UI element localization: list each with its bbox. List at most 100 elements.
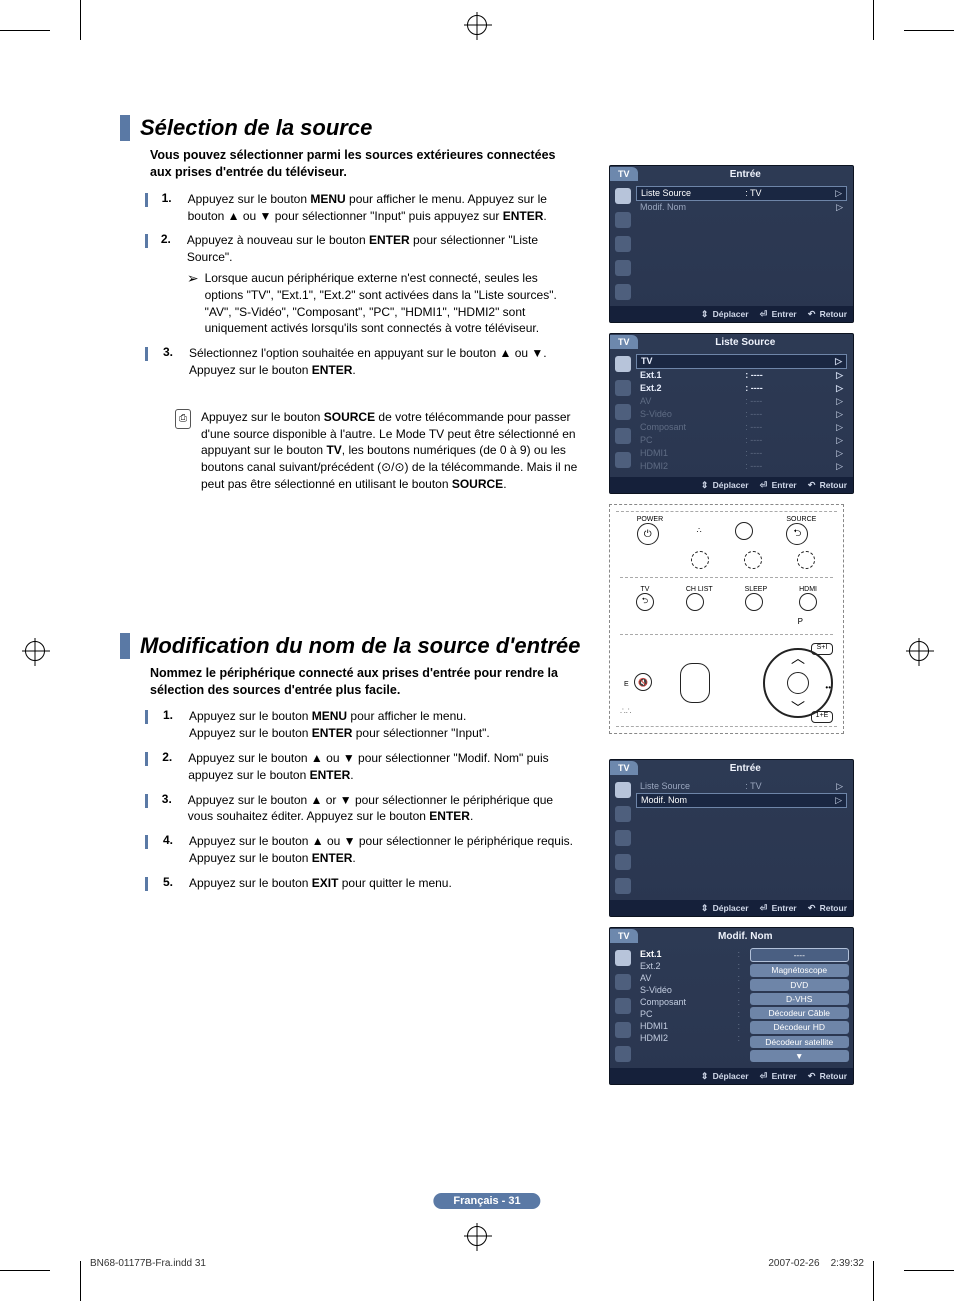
step-item: 2.Appuyez sur le bouton ▲ ou ▼ pour séle…: [145, 750, 575, 784]
return-icon: ↶: [807, 903, 817, 913]
tip-source-button: ⎙ Appuyez sur le bouton SOURCE de votre …: [175, 409, 585, 493]
modif-option-pill: Décodeur satellite: [750, 1036, 849, 1048]
remote-side-button: 1+E: [811, 711, 833, 723]
osd-row: Ext.1: ----▷: [636, 369, 847, 382]
osd-row: Liste Source: TV▷: [636, 186, 847, 201]
osd-tab-tv: TV: [610, 761, 638, 775]
heading-modify-name: Modification du nom de la source d'entré…: [140, 633, 580, 659]
move-icon: ⇕: [700, 1071, 710, 1081]
crop-mark: [80, 1261, 81, 1301]
modif-option-pill: Décodeur Câble: [750, 1007, 849, 1019]
chevron-down-icon: ﹀: [791, 698, 805, 718]
move-icon: ⇕: [700, 903, 710, 913]
modif-option-pill: DVD: [750, 979, 849, 991]
osd-footer: ⇕Déplacer ⏎Entrer ↶Retour: [610, 1068, 853, 1084]
modif-source-label: S-Vidéo: [640, 984, 730, 996]
print-footer: BN68-01177B-Fra.indd 31 2007-02-26 2:39:…: [90, 1258, 864, 1269]
osd-footer: ⇕Déplacer ⏎Entrer ↶Retour: [610, 306, 853, 322]
step-item: 5.Appuyez sur le bouton EXIT pour quitte…: [145, 875, 575, 892]
osd-side-icon: [615, 404, 631, 420]
registration-mark-icon: [25, 641, 45, 661]
intro-text-2: Nommez le périphérique connecté aux pris…: [150, 665, 570, 699]
remote-label-power: POWER: [637, 516, 663, 523]
osd-side-icon: [615, 854, 631, 870]
chevron-up-icon: ︿: [791, 648, 805, 668]
osd-side-icon: [615, 1046, 631, 1062]
osd-side-icon: [615, 998, 631, 1014]
remote-label-p: P: [620, 617, 833, 626]
osd-side-icon: [615, 452, 631, 468]
osd-side-icon: [615, 1022, 631, 1038]
step-subnote: ➢Lorsque aucun périphérique externe n'es…: [187, 270, 575, 337]
osd-panel-entree: TV Entrée Liste Source: TV▷Modif. Nom▷ ⇕…: [609, 165, 854, 323]
dpad-center: [787, 672, 809, 694]
remote-small-button: [797, 551, 815, 569]
osd-panel-entree-2: TV Entrée Liste Source: TV▷Modif. Nom▷ ⇕…: [609, 759, 854, 917]
osd-side-icon: [615, 974, 631, 990]
return-icon: ↶: [807, 309, 817, 319]
osd-row: Composant: ----▷: [636, 421, 847, 434]
modif-option-pill: ▼: [750, 1050, 849, 1062]
crop-mark: [904, 30, 954, 31]
osd-title-modif: Modif. Nom: [638, 931, 853, 942]
remote-rocker: [680, 663, 710, 703]
osd-column-top: TV Entrée Liste Source: TV▷Modif. Nom▷ ⇕…: [609, 165, 854, 734]
remote-label-e: E: [624, 681, 629, 688]
osd-side-icon: [615, 284, 631, 300]
osd-title-entree: Entrée: [638, 169, 853, 180]
enter-icon: ⏎: [759, 1071, 769, 1081]
osd-side-icon: [615, 830, 631, 846]
crop-mark: [904, 1270, 954, 1271]
footer-timestamp: 2007-02-26 2:39:32: [768, 1258, 864, 1269]
step-item: 3.Appuyez sur le bouton ▲ or ▼ pour séle…: [145, 792, 575, 826]
remote-small-button: [744, 551, 762, 569]
modif-source-label: AV: [640, 972, 730, 984]
sleep-button-icon: [745, 593, 763, 611]
page-number-badge: Français - 31: [433, 1193, 540, 1209]
hdmi-button-icon: [799, 593, 817, 611]
modif-source-label: Ext.2: [640, 960, 730, 972]
enter-icon: ⏎: [759, 903, 769, 913]
return-icon: ↶: [807, 1071, 817, 1081]
osd-footer: ⇕Déplacer ⏎Entrer ↶Retour: [610, 900, 853, 916]
power-button-icon: ⏻: [637, 523, 659, 545]
osd-row: Modif. Nom▷: [636, 201, 847, 214]
osd-side-icon: [615, 188, 631, 204]
crop-mark: [873, 0, 874, 40]
osd-row: HDMI1: ----▷: [636, 447, 847, 460]
osd-column-bottom: TV Entrée Liste Source: TV▷Modif. Nom▷ ⇕…: [609, 759, 854, 1095]
osd-tab-tv: TV: [610, 335, 638, 349]
osd-side-icon: [615, 260, 631, 276]
step-item: 4.Appuyez sur le bouton ▲ ou ▼ pour séle…: [145, 833, 575, 867]
modif-source-label: HDMI1: [640, 1020, 730, 1032]
osd-row: S-Vidéo: ----▷: [636, 408, 847, 421]
modif-option-pill: Décodeur HD: [750, 1021, 849, 1033]
enter-icon: ⏎: [759, 480, 769, 490]
move-icon: ⇕: [700, 309, 710, 319]
chlist-button-icon: [686, 593, 704, 611]
remote-label-source: SOURCE: [786, 516, 816, 523]
crop-mark: [873, 1261, 874, 1301]
osd-row: TV▷: [636, 354, 847, 369]
title-accent-bar: [120, 115, 130, 141]
step-item: 1.Appuyez sur le bouton MENU pour affich…: [145, 708, 575, 742]
osd-side-icon: [615, 878, 631, 894]
source-button-icon: ⮌: [786, 523, 808, 545]
remote-tip-icon: ⎙: [175, 409, 191, 429]
enter-icon: ⏎: [759, 309, 769, 319]
move-icon: ⇕: [700, 480, 710, 490]
title-accent-bar: [120, 633, 130, 659]
osd-row: PC: ----▷: [636, 434, 847, 447]
osd-side-icon: [615, 782, 631, 798]
osd-panel-liste-source: TV Liste Source TV▷Ext.1: ----▷Ext.2: --…: [609, 333, 854, 494]
remote-small-button: [691, 551, 709, 569]
osd-row: Liste Source: TV▷: [636, 780, 847, 793]
tv-button-icon: ⮌: [636, 593, 654, 611]
osd-row: HDMI2: ----▷: [636, 460, 847, 473]
arrow-bullet-icon: ➢: [187, 271, 199, 337]
crop-mark: [0, 30, 50, 31]
registration-mark-icon: [467, 15, 487, 35]
modif-option-pill: Magnétoscope: [750, 964, 849, 976]
osd-side-icon: [615, 356, 631, 372]
intro-text-1: Vous pouvez sélectionner parmi les sourc…: [150, 147, 570, 181]
